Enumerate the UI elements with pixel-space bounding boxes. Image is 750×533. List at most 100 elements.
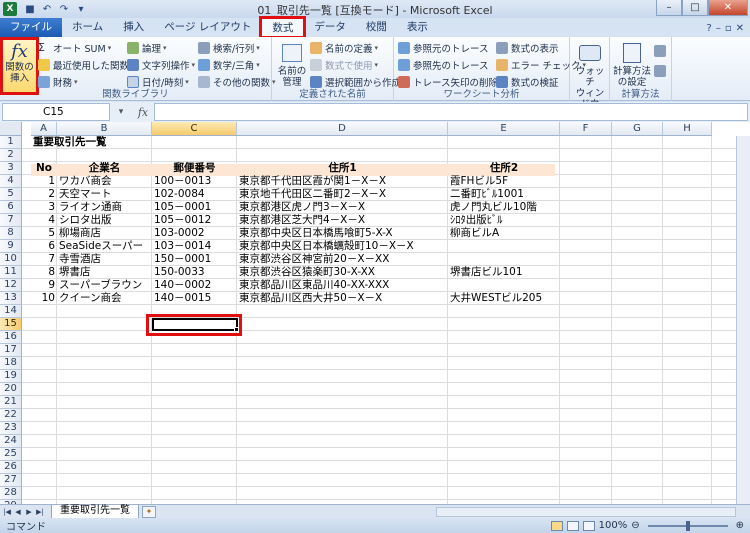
- name-manager-button[interactable]: 名前の 管理: [276, 41, 308, 88]
- row-header-18[interactable]: 18: [0, 357, 22, 370]
- zoom-out-icon[interactable]: ⊖: [631, 520, 639, 531]
- row-header-5[interactable]: 5: [0, 188, 22, 201]
- cell-addr1[interactable]: 東京都港区虎ノ門3－X－X: [237, 201, 448, 213]
- calc-now-button[interactable]: [654, 43, 669, 59]
- zoom-in-icon[interactable]: ⊕: [736, 520, 744, 531]
- row-header-9[interactable]: 9: [0, 240, 22, 253]
- cell-no[interactable]: 4: [31, 214, 57, 226]
- cell-addr1[interactable]: 東京都品川区東品川40-XX-XXX: [237, 279, 448, 291]
- ribbon-close-icon[interactable]: ✕: [736, 23, 744, 34]
- cell-addr2[interactable]: [448, 279, 560, 291]
- tab-data[interactable]: データ: [304, 18, 356, 37]
- use-in-formula-button[interactable]: 数式で使用 ▾: [310, 57, 378, 73]
- cell-no[interactable]: 3: [31, 201, 57, 213]
- calc-sheet-button[interactable]: [654, 63, 669, 79]
- next-sheet-icon[interactable]: ▶: [24, 508, 34, 516]
- cell-company[interactable]: 寺雪酒店: [57, 253, 152, 265]
- cell-company[interactable]: スーパーブラウン: [57, 279, 152, 291]
- cell-addr1[interactable]: 東京都渋谷区神宮前20－X－XX: [237, 253, 448, 265]
- row-header-23[interactable]: 23: [0, 422, 22, 435]
- cell-company[interactable]: 天空マート: [57, 188, 152, 200]
- row-header-13[interactable]: 13: [0, 292, 22, 305]
- cell-company[interactable]: クイーン商会: [57, 292, 152, 304]
- select-all-corner[interactable]: [0, 122, 22, 136]
- row-header-15[interactable]: 15: [0, 318, 22, 331]
- column-header-a[interactable]: A: [31, 122, 57, 136]
- text-functions-button[interactable]: 文字列操作 ▾: [127, 57, 195, 73]
- math-button[interactable]: 数学/三角 ▾: [198, 57, 260, 73]
- cell-company[interactable]: ワカバ商会: [57, 175, 152, 187]
- last-sheet-icon[interactable]: ▶|: [35, 508, 45, 516]
- column-header-g[interactable]: G: [612, 122, 663, 136]
- formula-input[interactable]: [154, 103, 748, 121]
- row-header-19[interactable]: 19: [0, 370, 22, 383]
- cell-zip[interactable]: 150－0001: [152, 253, 237, 265]
- row-header-22[interactable]: 22: [0, 409, 22, 422]
- cell-addr2[interactable]: 大井WESTビル205: [448, 292, 560, 304]
- row-header-25[interactable]: 25: [0, 448, 22, 461]
- cell-no[interactable]: 6: [31, 240, 57, 252]
- row-header-14[interactable]: 14: [0, 305, 22, 318]
- worksheet-grid[interactable]: ABCDEFGH 1 2 3 4 5 6 7 8 9 10 11 12 13 14 15 16 17 18 19 20…: [0, 122, 750, 504]
- cell-addr2[interactable]: 二番町ﾋﾞﾙ1001: [448, 188, 560, 200]
- undo-icon[interactable]: ↶: [40, 3, 54, 16]
- tab-insert[interactable]: 挿入: [113, 18, 154, 37]
- ribbon-minimize-icon[interactable]: –: [716, 23, 721, 34]
- calc-options-button[interactable]: 計算方法 の設定: [612, 41, 652, 88]
- cell-zip[interactable]: 103－0014: [152, 240, 237, 252]
- sheet-title[interactable]: 重要取引先一覧: [31, 136, 152, 148]
- cell-company[interactable]: 柳場商店: [57, 227, 152, 239]
- cell-no[interactable]: 1: [31, 175, 57, 187]
- cell-zip[interactable]: 103-0002: [152, 227, 237, 239]
- cell-zip[interactable]: 105－0012: [152, 214, 237, 226]
- cell-addr1[interactable]: 東京都渋谷区猿楽町30-X-XX: [237, 266, 448, 278]
- close-button[interactable]: ✕: [708, 0, 748, 16]
- name-box[interactable]: C15: [2, 103, 110, 121]
- column-header-f[interactable]: F: [560, 122, 612, 136]
- column-header-e[interactable]: E: [448, 122, 560, 136]
- define-name-button[interactable]: 名前の定義 ▾: [310, 40, 378, 56]
- cell-addr2[interactable]: 虎ノ門丸ビル10階: [448, 201, 560, 213]
- cell-addr2[interactable]: 堺書店ビル101: [448, 266, 560, 278]
- page-layout-view-icon[interactable]: [566, 520, 579, 531]
- row-header-27[interactable]: 27: [0, 474, 22, 487]
- column-header-h[interactable]: H: [663, 122, 712, 136]
- help-icon[interactable]: ?: [707, 23, 712, 34]
- tab-home[interactable]: ホーム: [62, 18, 113, 37]
- column-header-c[interactable]: C: [152, 122, 237, 136]
- cell-no[interactable]: 10: [31, 292, 57, 304]
- cell-addr2[interactable]: 霞FHビル5F: [448, 175, 560, 187]
- tab-review[interactable]: 校閲: [356, 18, 397, 37]
- column-header-d[interactable]: D: [237, 122, 448, 136]
- cell-addr1[interactable]: 東京都港区芝大門4－X－X: [237, 214, 448, 226]
- autosum-button[interactable]: Σ オート SUM ▾: [38, 40, 111, 56]
- row-header-16[interactable]: 16: [0, 331, 22, 344]
- cell-zip[interactable]: 105－0001: [152, 201, 237, 213]
- cell-addr1[interactable]: 東京都中央区日本橋馬喰町5-X-X: [237, 227, 448, 239]
- row-header-8[interactable]: 8: [0, 227, 22, 240]
- cell-company[interactable]: 堺書店: [57, 266, 152, 278]
- cell-no[interactable]: 7: [31, 253, 57, 265]
- page-break-view-icon[interactable]: [582, 520, 595, 531]
- row-header-20[interactable]: 20: [0, 383, 22, 396]
- horizontal-scrollbar[interactable]: [436, 507, 736, 517]
- cell-no[interactable]: 8: [31, 266, 57, 278]
- cell-addr2[interactable]: [448, 253, 560, 265]
- tab-formulas[interactable]: 数式: [259, 16, 307, 39]
- normal-view-icon[interactable]: [550, 520, 563, 531]
- cell-addr2[interactable]: ｼﾛﾀ出版ﾋﾞﾙ: [448, 214, 560, 226]
- cell-no[interactable]: 2: [31, 188, 57, 200]
- header-zip[interactable]: 郵便番号: [152, 162, 237, 174]
- insert-function-fx-icon[interactable]: fx: [132, 106, 154, 119]
- cell-zip[interactable]: 102-0084: [152, 188, 237, 200]
- ribbon-restore-icon[interactable]: ▫: [725, 23, 732, 34]
- cell-zip[interactable]: 140－0002: [152, 279, 237, 291]
- header-no[interactable]: No: [31, 162, 57, 174]
- redo-icon[interactable]: ↷: [57, 3, 71, 16]
- customize-qat-icon[interactable]: ▾: [74, 3, 88, 16]
- cell-zip[interactable]: 100－0013: [152, 175, 237, 187]
- first-sheet-icon[interactable]: |◀: [2, 508, 12, 516]
- insert-sheet-icon[interactable]: ✦: [142, 505, 156, 518]
- zoom-level[interactable]: 100%: [599, 520, 628, 531]
- cell-zip[interactable]: 140－0015: [152, 292, 237, 304]
